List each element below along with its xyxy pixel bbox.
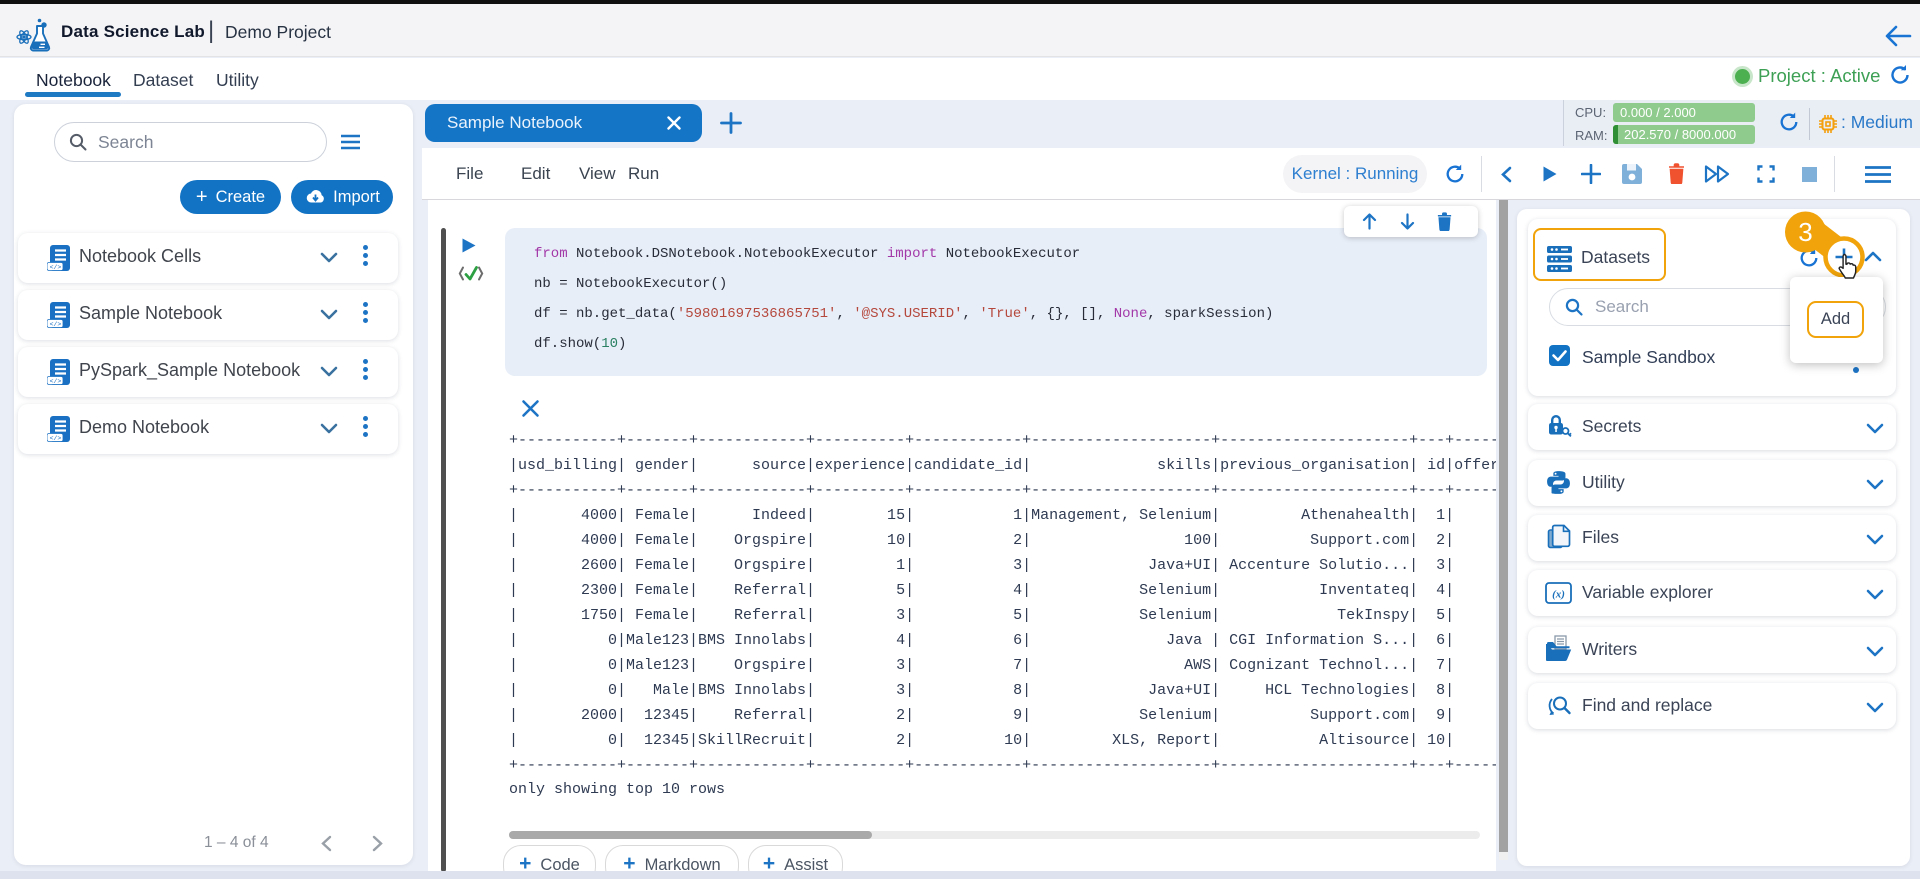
svg-text:(x): (x) — [1552, 589, 1565, 601]
svg-text:3: 3 — [1798, 217, 1812, 247]
